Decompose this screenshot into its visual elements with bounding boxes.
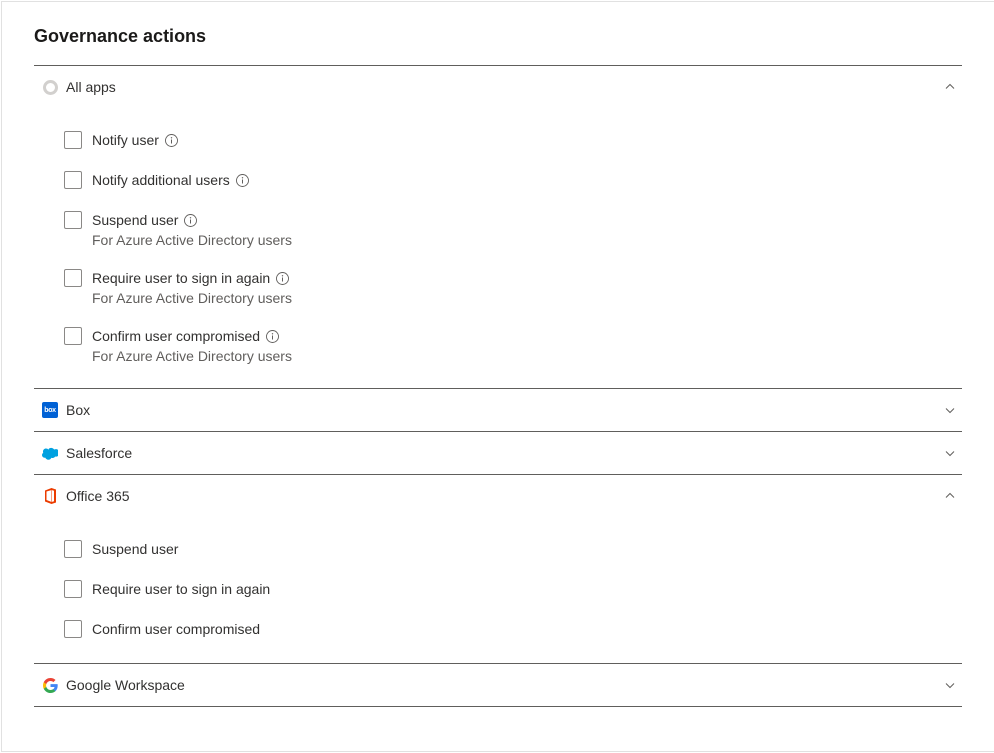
checkbox-row-confirm-compromised-o365: Confirm user compromised [64, 609, 962, 639]
section-header-box[interactable]: box Box [34, 389, 962, 431]
checkbox-confirm-compromised[interactable] [64, 327, 82, 345]
checkbox-label: Require user to sign in again [92, 268, 270, 288]
section-label: Salesforce [66, 445, 944, 461]
section-body-office365: Suspend user Require user to sign in aga… [34, 517, 962, 663]
info-icon[interactable] [276, 272, 289, 285]
section-office365: Office 365 Suspend user Require user to … [34, 475, 962, 664]
info-icon[interactable] [266, 330, 279, 343]
office365-icon [42, 488, 58, 504]
checkbox-row-require-signin-o365: Require user to sign in again [64, 569, 962, 599]
checkbox-row-notify-additional: Notify additional users [64, 160, 962, 190]
checkbox-subtext: For Azure Active Directory users [92, 348, 292, 364]
section-header-office365[interactable]: Office 365 [34, 475, 962, 517]
section-header-salesforce[interactable]: Salesforce [34, 432, 962, 474]
checkbox-subtext: For Azure Active Directory users [92, 290, 292, 306]
checkbox-require-signin[interactable] [64, 269, 82, 287]
checkbox-suspend-user[interactable] [64, 211, 82, 229]
section-label: All apps [66, 79, 944, 95]
chevron-down-icon [944, 679, 956, 691]
checkbox-label: Confirm user compromised [92, 326, 260, 346]
chevron-up-icon [944, 490, 956, 502]
info-icon[interactable] [165, 134, 178, 147]
chevron-down-icon [944, 404, 956, 416]
section-header-all-apps[interactable]: All apps [34, 66, 962, 108]
checkbox-subtext: For Azure Active Directory users [92, 232, 292, 248]
section-google-workspace: Google Workspace [34, 664, 962, 707]
section-label: Google Workspace [66, 677, 944, 693]
checkbox-suspend-user-o365[interactable] [64, 540, 82, 558]
checkbox-label: Suspend user [92, 539, 178, 559]
checkbox-row-suspend-user: Suspend user For Azure Active Directory … [64, 200, 962, 248]
chevron-down-icon [944, 447, 956, 459]
checkbox-notify-user[interactable] [64, 131, 82, 149]
checkbox-label: Notify additional users [92, 170, 230, 190]
box-icon: box [42, 402, 58, 418]
checkbox-require-signin-o365[interactable] [64, 580, 82, 598]
checkbox-row-confirm-compromised: Confirm user compromised For Azure Activ… [64, 316, 962, 364]
section-label: Box [66, 402, 944, 418]
info-icon[interactable] [236, 174, 249, 187]
page-title: Governance actions [34, 26, 962, 47]
section-box: box Box [34, 389, 962, 432]
section-body-all-apps: Notify user Notify additional users [34, 108, 962, 388]
checkbox-label: Suspend user [92, 210, 178, 230]
salesforce-icon [42, 445, 58, 461]
checkbox-notify-additional[interactable] [64, 171, 82, 189]
chevron-up-icon [944, 81, 956, 93]
checkbox-row-require-signin: Require user to sign in again For Azure … [64, 258, 962, 306]
section-all-apps: All apps Notify user [34, 66, 962, 389]
checkbox-label: Require user to sign in again [92, 579, 270, 599]
info-icon[interactable] [184, 214, 197, 227]
all-apps-icon [42, 79, 58, 95]
checkbox-row-notify-user: Notify user [64, 108, 962, 150]
section-salesforce: Salesforce [34, 432, 962, 475]
google-workspace-icon [42, 677, 58, 693]
governance-actions-panel: Governance actions All apps Notify user [1, 1, 994, 752]
checkbox-label: Confirm user compromised [92, 619, 260, 639]
section-header-google-workspace[interactable]: Google Workspace [34, 664, 962, 706]
checkbox-confirm-compromised-o365[interactable] [64, 620, 82, 638]
checkbox-label: Notify user [92, 130, 159, 150]
section-label: Office 365 [66, 488, 944, 504]
checkbox-row-suspend-user-o365: Suspend user [64, 517, 962, 559]
